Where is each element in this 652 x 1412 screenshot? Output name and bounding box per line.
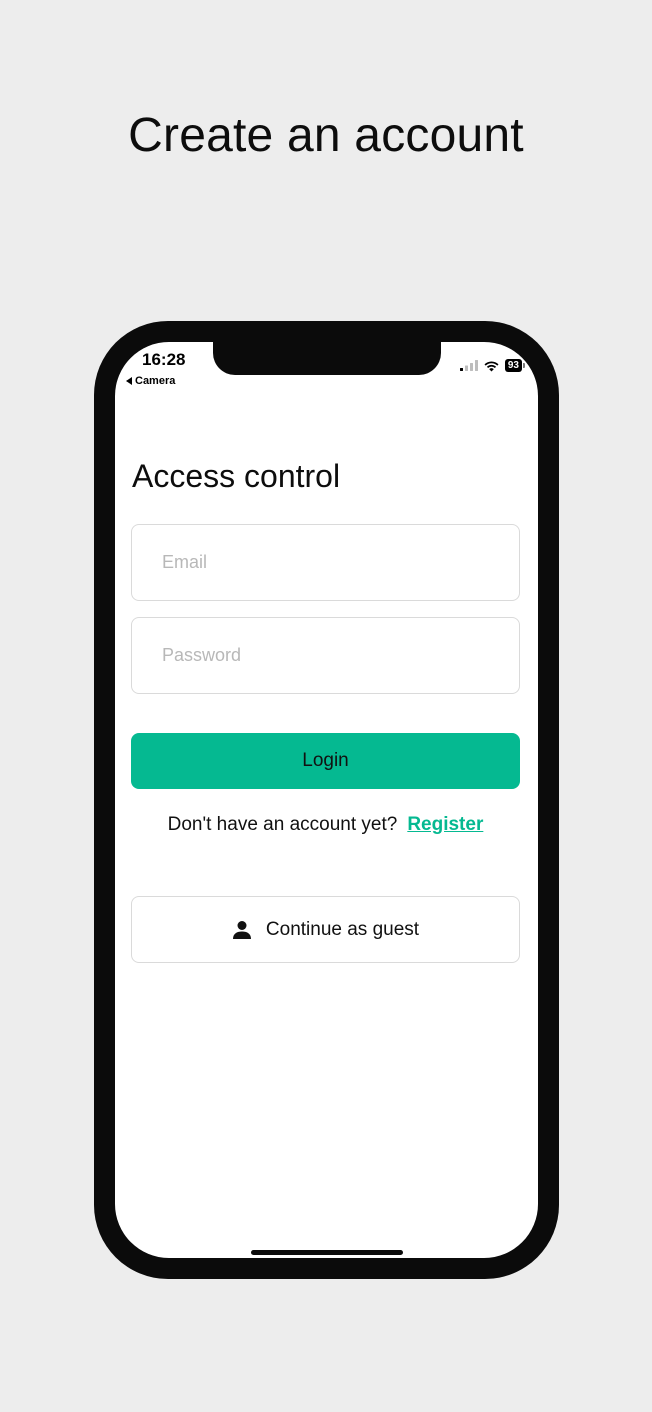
register-link[interactable]: Register — [407, 814, 483, 835]
password-field[interactable] — [132, 618, 519, 693]
guest-label: Continue as guest — [265, 918, 420, 940]
page-headline: Create an account — [128, 109, 524, 162]
home-indicator[interactable] — [251, 1250, 403, 1255]
phone-screen: 16:28 Camera 93 Access control Email Log… — [115, 342, 538, 1258]
register-prompt-row: Don't have an account yet? Register — [131, 814, 520, 836]
register-prompt: Don't have an account yet? — [167, 814, 398, 835]
battery-icon: 93 — [504, 359, 526, 372]
screen-title: Access control — [132, 458, 341, 494]
email-field[interactable] — [132, 525, 519, 600]
back-label: Camera — [135, 375, 176, 387]
person-icon — [232, 920, 252, 940]
status-indicators: 93 — [459, 359, 526, 372]
login-button[interactable]: Login — [131, 733, 520, 789]
back-to-camera-link[interactable]: Camera — [126, 375, 175, 387]
phone-notch — [213, 342, 441, 375]
continue-as-guest-button[interactable]: Continue as guest — [131, 896, 520, 963]
cellular-signal-icon — [459, 360, 478, 371]
status-time: 16:28 — [142, 350, 186, 369]
phone-frame: 16:28 Camera 93 Access control Email Log… — [94, 321, 559, 1279]
back-arrow-icon — [126, 377, 132, 385]
email-field-container — [131, 524, 520, 601]
password-field-container — [131, 617, 520, 694]
wifi-icon — [484, 361, 499, 371]
